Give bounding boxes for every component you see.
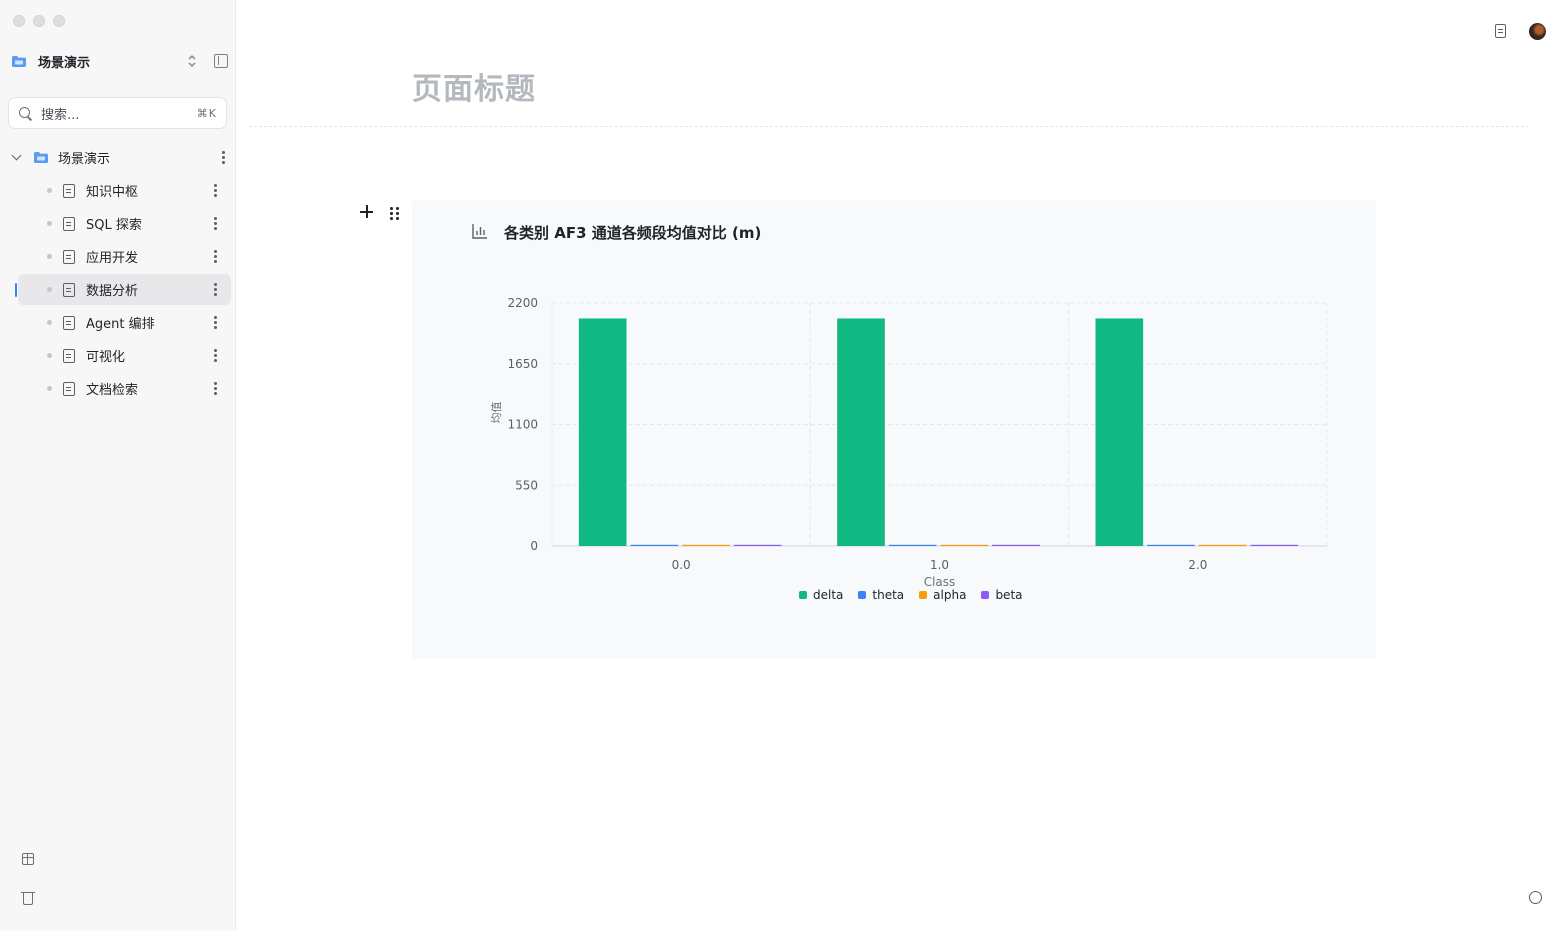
help-icon[interactable]	[1529, 891, 1542, 904]
legend-item-theta[interactable]: theta	[858, 588, 904, 602]
bar-alpha	[682, 544, 730, 546]
bar-chart: 0 550 1100 1650 2200 0.0 1.0 2.0 Class 均值	[490, 296, 1328, 589]
y-tick-label: 550	[515, 478, 538, 492]
legend-label: theta	[872, 588, 905, 602]
bar-theta	[1147, 544, 1195, 546]
chart-legend: delta theta alpha beta	[799, 588, 1023, 602]
legend-swatch	[919, 591, 928, 599]
x-axis-label: Class	[924, 575, 956, 589]
legend-item-alpha[interactable]: alpha	[919, 588, 966, 602]
x-tick-label: 0.0	[672, 558, 691, 572]
legend-label: delta	[813, 588, 844, 602]
bar-theta	[888, 544, 937, 546]
y-tick-label: 2200	[507, 296, 538, 310]
bar-alpha	[940, 544, 989, 546]
legend-label: beta	[995, 588, 1023, 602]
bar-delta	[837, 318, 885, 546]
y-axis-label: 均值	[490, 402, 503, 424]
bar-beta	[992, 544, 1040, 546]
y-tick-label: 1650	[507, 357, 538, 371]
legend-item-delta[interactable]: delta	[799, 588, 843, 602]
x-tick-label: 2.0	[1188, 558, 1207, 572]
x-tick-label: 1.0	[930, 558, 949, 572]
legend-label: alpha	[933, 588, 967, 602]
bar-beta	[733, 544, 782, 546]
legend-item-beta[interactable]: beta	[981, 588, 1023, 602]
bar-delta	[1095, 318, 1144, 546]
legend-swatch	[799, 591, 807, 599]
legend-swatch	[858, 591, 867, 599]
bar-beta	[1250, 544, 1299, 546]
y-tick-label: 1100	[507, 418, 538, 432]
bar-alpha	[1198, 544, 1247, 546]
bar-theta	[630, 544, 679, 546]
y-tick-label: 0	[530, 539, 538, 553]
bar-delta	[578, 318, 627, 546]
legend-swatch	[981, 591, 990, 599]
